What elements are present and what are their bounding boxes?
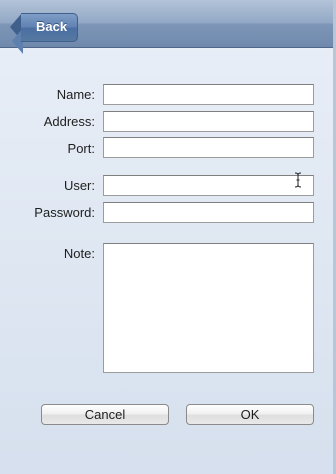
note-label: Note:: [63, 246, 95, 261]
note-textarea[interactable]: [103, 243, 314, 373]
address-field[interactable]: [103, 111, 314, 132]
password-field[interactable]: [103, 202, 314, 223]
cancel-button[interactable]: Cancel: [41, 404, 169, 425]
name-field[interactable]: [103, 84, 314, 105]
user-label: User:: [63, 178, 95, 193]
back-button-label: Back: [36, 19, 68, 34]
address-label: Address:: [43, 114, 95, 129]
name-label: Name:: [56, 87, 95, 102]
app-window: Back Name: Address: Port: User: Password…: [0, 0, 336, 474]
port-label: Port:: [67, 141, 95, 156]
text-cursor-icon: [294, 172, 302, 188]
ok-button[interactable]: OK: [186, 404, 314, 425]
user-field[interactable]: [103, 175, 314, 196]
back-button[interactable]: Back: [10, 13, 78, 54]
password-label: Password:: [34, 205, 95, 220]
port-field[interactable]: [103, 137, 314, 158]
navigation-bar: Back: [0, 0, 336, 54]
